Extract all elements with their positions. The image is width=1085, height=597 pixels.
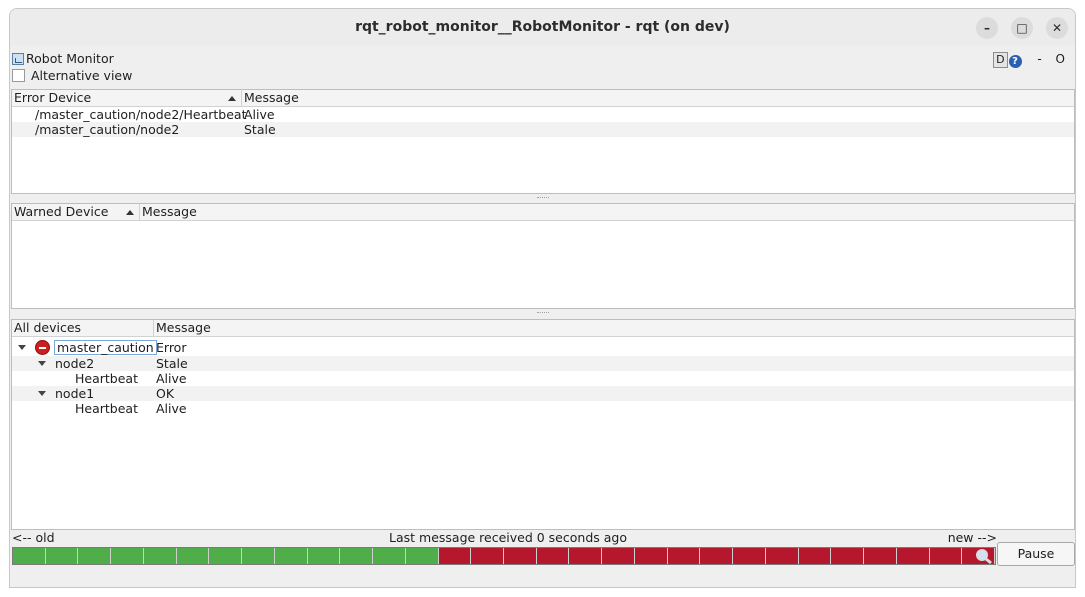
timeline-segment[interactable] xyxy=(78,548,112,564)
timeline-segment[interactable] xyxy=(864,548,897,564)
timeline-segment[interactable] xyxy=(307,548,341,564)
message-cell: Alive xyxy=(244,107,275,122)
all-devices-header: All devices Message xyxy=(12,320,1074,337)
timeline-segment[interactable] xyxy=(634,548,668,564)
timeline-segment[interactable] xyxy=(602,548,635,564)
close-icon: ✕ xyxy=(1051,21,1063,35)
message-column-header[interactable]: Message xyxy=(242,90,1075,106)
splitter-handle[interactable] xyxy=(11,193,1075,203)
tree-row-master-caution[interactable]: master_caution Error xyxy=(12,340,1074,355)
maximize-icon: □ xyxy=(1016,21,1028,35)
device-cell: /master_caution/node2 xyxy=(35,122,180,137)
timeline-segment[interactable] xyxy=(471,548,505,564)
error-icon xyxy=(35,340,50,355)
checkbox-box[interactable] xyxy=(12,69,25,82)
alternative-view-checkbox[interactable]: Alternative view xyxy=(12,68,132,84)
minimize-plugin-button[interactable]: - xyxy=(1037,52,1041,66)
timeline-segment[interactable] xyxy=(274,548,308,564)
expand-arrow-icon[interactable] xyxy=(18,345,26,350)
tree-row-heartbeat[interactable]: Heartbeat Alive xyxy=(12,371,1074,386)
timeline-segment[interactable] xyxy=(831,548,865,564)
new-label: new --> xyxy=(947,530,997,545)
device-cell: /master_caution/node2/Heartbeat xyxy=(35,107,247,122)
tree-row-node1[interactable]: node1 OK xyxy=(12,386,1074,401)
timeline-segment[interactable] xyxy=(504,548,537,564)
all-devices-column-header[interactable]: All devices xyxy=(12,320,154,336)
help-icon[interactable]: ? xyxy=(1008,55,1022,68)
timeline-segment[interactable] xyxy=(45,548,79,564)
close-button[interactable]: ✕ xyxy=(1046,17,1068,39)
splitter-handle[interactable] xyxy=(11,308,1075,318)
error-device-table[interactable]: Error Device Message /master_caution/nod… xyxy=(11,89,1075,194)
message-cell: Alive xyxy=(156,371,187,386)
timeline-segment[interactable] xyxy=(569,548,603,564)
timeline-labels: <-- old Last message received 0 seconds … xyxy=(12,530,997,545)
sort-ascending-icon xyxy=(228,96,236,101)
minimize-button[interactable]: – xyxy=(976,17,998,39)
timeline-segment[interactable] xyxy=(373,548,406,564)
tree-item-label: node1 xyxy=(55,386,95,401)
pause-button[interactable]: Pause xyxy=(997,542,1075,566)
tree-row-heartbeat[interactable]: Heartbeat Alive xyxy=(12,401,1074,416)
plugin-title-label: Robot Monitor xyxy=(26,51,114,66)
tree-row-node2[interactable]: node2 Stale xyxy=(12,356,1074,371)
title-bar[interactable]: rqt_robot_monitor__RobotMonitor - rqt (o… xyxy=(10,9,1075,46)
sort-ascending-icon xyxy=(126,210,134,215)
window-title: rqt_robot_monitor__RobotMonitor - rqt (o… xyxy=(355,19,730,35)
timeline-segment[interactable] xyxy=(209,548,243,564)
plugin-title: Robot Monitor xyxy=(12,51,114,67)
old-label: <-- old xyxy=(12,530,55,545)
table-row[interactable]: /master_caution/node2/Heartbeat Alive xyxy=(12,107,1074,122)
timeline-segment[interactable] xyxy=(176,548,210,564)
table-row[interactable]: /master_caution/node2 Stale xyxy=(12,122,1074,137)
robot-monitor-icon xyxy=(12,53,24,65)
message-column-header[interactable]: Message xyxy=(140,204,1075,220)
timeline-segment[interactable] xyxy=(929,548,963,564)
app-window: rqt_robot_monitor__RobotMonitor - rqt (o… xyxy=(9,8,1076,588)
timeline-segment[interactable] xyxy=(143,548,177,564)
tree-item-label: Heartbeat xyxy=(75,371,138,386)
message-cell: Error xyxy=(156,340,187,355)
maximize-button[interactable]: □ xyxy=(1011,17,1033,39)
tree-item-label: node2 xyxy=(55,356,95,371)
message-cell: Stale xyxy=(156,356,188,371)
expand-arrow-icon[interactable] xyxy=(38,361,46,366)
magnifier-icon[interactable] xyxy=(972,547,996,565)
timeline-segment[interactable] xyxy=(242,548,275,564)
message-cell: Stale xyxy=(244,122,276,137)
status-text: Last message received 0 seconds ago xyxy=(389,530,627,545)
timeline-segment[interactable] xyxy=(700,548,734,564)
warned-table-header: Warned Device Message xyxy=(12,204,1074,221)
timeline-segment[interactable] xyxy=(111,548,144,564)
message-column-header[interactable]: Message xyxy=(154,320,1075,336)
timeline-segment[interactable] xyxy=(13,548,46,564)
minimize-icon: – xyxy=(984,21,990,35)
timeline-segment[interactable] xyxy=(438,548,472,564)
warned-device-table[interactable]: Warned Device Message xyxy=(11,203,1075,309)
message-cell: OK xyxy=(156,386,175,401)
plugin-controls: D? - O xyxy=(993,51,1065,68)
timeline-segment[interactable] xyxy=(340,548,374,564)
timeline-segment[interactable] xyxy=(733,548,766,564)
message-cell: Alive xyxy=(156,401,187,416)
timeline-segment[interactable] xyxy=(896,548,930,564)
all-devices-tree[interactable]: All devices Message master_caution Error… xyxy=(11,319,1075,530)
expand-arrow-icon[interactable] xyxy=(38,391,46,396)
warned-device-column-header[interactable]: Warned Device xyxy=(12,204,140,220)
dock-button[interactable]: D xyxy=(993,52,1008,68)
timeline-segment[interactable] xyxy=(536,548,570,564)
timeline-segment[interactable] xyxy=(798,548,832,564)
tree-item-label: Heartbeat xyxy=(75,401,138,416)
timeline-segment[interactable] xyxy=(405,548,439,564)
error-table-header: Error Device Message xyxy=(12,90,1074,107)
error-device-column-header[interactable]: Error Device xyxy=(12,90,242,106)
timeline-bar[interactable] xyxy=(12,547,996,565)
close-plugin-button[interactable]: O xyxy=(1056,52,1065,66)
timeline-segment[interactable] xyxy=(765,548,799,564)
tree-item-label: master_caution xyxy=(54,340,157,355)
timeline-segment[interactable] xyxy=(667,548,701,564)
alternative-view-label: Alternative view xyxy=(31,68,133,83)
